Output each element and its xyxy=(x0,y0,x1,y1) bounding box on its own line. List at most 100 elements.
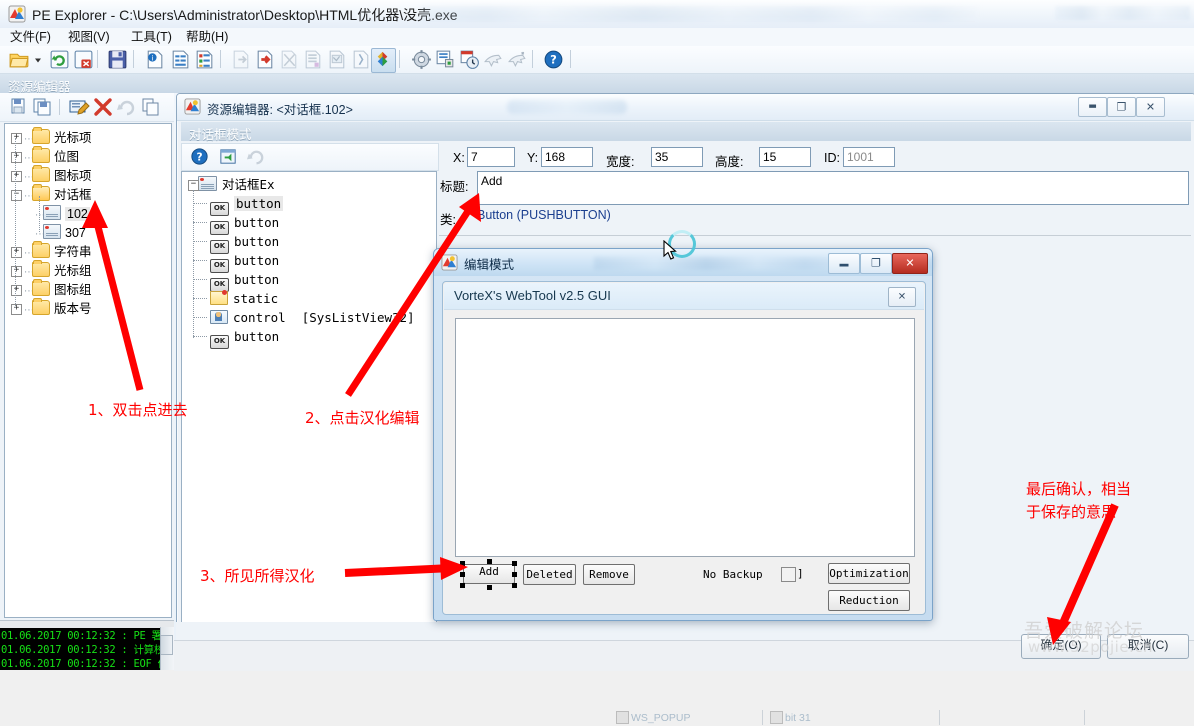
section-header-icon[interactable] xyxy=(434,48,457,71)
ok-button[interactable]: 确定(O) xyxy=(1021,634,1101,659)
selection-handle[interactable] xyxy=(487,585,492,590)
selection-handle[interactable] xyxy=(512,572,517,577)
unpack-icon[interactable] xyxy=(482,48,505,71)
optimization-button[interactable]: Optimization xyxy=(828,563,910,584)
resource-tree[interactable]: + ⋯ 光标项 + ⋯ 位图 + ⋯ 图标项 − ⋯ 对话框 ⋯ 102 ⋯ 307 + ⋯ 字符串 +… xyxy=(4,123,172,618)
control-item-button-2[interactable]: OK button xyxy=(210,213,280,235)
help-icon[interactable]: ? xyxy=(189,146,210,167)
tree-item-bitmap[interactable]: + ⋯ 位图 xyxy=(11,146,79,166)
expander-icon[interactable]: + xyxy=(11,133,22,145)
undo-icon[interactable] xyxy=(246,146,267,167)
maximize-button[interactable]: ❐ xyxy=(860,253,892,274)
preview-listview[interactable] xyxy=(455,318,915,557)
tree-item-cursor[interactable]: + ⋯ 光标项 xyxy=(11,127,92,147)
menu-file[interactable]: 文件(F) xyxy=(6,29,55,46)
control-tree-root[interactable]: 对话框Ex xyxy=(188,175,275,194)
deleted-button[interactable]: Deleted xyxy=(523,564,576,585)
x-input[interactable]: 7 xyxy=(467,147,515,167)
expander-icon[interactable]: + xyxy=(11,247,22,259)
copy-icon[interactable] xyxy=(140,96,162,118)
control-item-control[interactable]: control [SysListView32] xyxy=(210,308,415,327)
expander-icon[interactable]: + xyxy=(11,152,22,164)
control-item-button-1[interactable]: OK button xyxy=(210,194,284,216)
cancel-button[interactable]: 取消(C) xyxy=(1107,634,1189,659)
close-file-icon[interactable] xyxy=(72,48,95,71)
log-scrollbar-thumb[interactable] xyxy=(160,635,173,655)
selection-handle[interactable] xyxy=(460,561,465,566)
tree-item-version[interactable]: + ⋯ 版本号 xyxy=(11,298,92,318)
reduction-button[interactable]: Reduction xyxy=(828,590,910,611)
rebuild-icon[interactable] xyxy=(410,48,433,71)
tree-item-dialog[interactable]: − ⋯ 对话框 xyxy=(11,184,92,204)
apply-changes-icon[interactable] xyxy=(218,146,239,167)
preview-close-button[interactable]: ✕ xyxy=(888,287,916,307)
save-icon[interactable] xyxy=(106,48,129,71)
menu-tools[interactable]: 工具(T) xyxy=(127,29,176,46)
edit-resource-icon[interactable] xyxy=(68,96,90,118)
remove-button[interactable]: Remove xyxy=(583,564,635,585)
caption-input[interactable]: Add xyxy=(477,171,1189,205)
expander-icon[interactable]: + xyxy=(11,285,22,297)
width-input[interactable]: 35 xyxy=(651,147,703,167)
upx-unpack-icon[interactable] xyxy=(506,48,529,71)
dependency-scanner-icon[interactable] xyxy=(302,48,325,71)
selection-handle[interactable] xyxy=(512,583,517,588)
headers-info-icon[interactable] xyxy=(169,48,192,71)
disassembler-icon[interactable] xyxy=(278,48,301,71)
id-input[interactable]: 1001 xyxy=(843,147,895,167)
control-item-button-6[interactable]: OK button xyxy=(210,327,279,349)
expander-icon[interactable]: + xyxy=(11,266,22,278)
tree-item-icon-group[interactable]: + ⋯ 图标组 xyxy=(11,279,92,299)
y-label: Y: xyxy=(527,151,539,165)
tree-item-cursor-group[interactable]: + ⋯ 光标组 xyxy=(11,260,92,280)
minimize-button[interactable]: ▬ xyxy=(828,253,860,274)
tree-item-dialog-102[interactable]: ⋯ 102 xyxy=(35,205,90,223)
selection-handle[interactable] xyxy=(460,572,465,577)
section-editor-icon[interactable] xyxy=(350,48,373,71)
expander-icon[interactable]: + xyxy=(11,171,22,183)
import-icon[interactable] xyxy=(254,48,277,71)
no-backup-checkbox[interactable] xyxy=(781,567,796,582)
folder-icon xyxy=(32,279,50,296)
tree-item-icon[interactable]: + ⋯ 图标项 xyxy=(11,165,92,185)
restore-button[interactable]: ❐ xyxy=(1107,97,1136,117)
resource-editor-button[interactable] xyxy=(371,48,396,73)
delete-icon[interactable] xyxy=(92,96,114,118)
menu-view[interactable]: 视图(V) xyxy=(64,29,114,46)
timedate-icon[interactable] xyxy=(458,48,481,71)
undo-icon[interactable] xyxy=(116,96,138,118)
height-input[interactable]: 15 xyxy=(759,147,811,167)
selection-handle[interactable] xyxy=(487,559,492,564)
collapse-icon[interactable]: − xyxy=(11,190,22,202)
save-resource-icon[interactable] xyxy=(8,96,30,118)
style-checkbox[interactable] xyxy=(616,711,629,724)
control-item-button-5[interactable]: OK button xyxy=(210,270,279,292)
properties-icon[interactable]: i xyxy=(143,48,166,71)
quick-function-icon[interactable] xyxy=(326,48,349,71)
style-checkbox[interactable] xyxy=(770,711,783,724)
help-icon[interactable]: ? xyxy=(542,48,565,71)
log-scrollbar[interactable] xyxy=(160,627,174,670)
menu-help[interactable]: 帮助(H) xyxy=(182,29,232,46)
refresh-icon[interactable] xyxy=(48,48,71,71)
control-item-static[interactable]: static xyxy=(210,289,278,308)
tree-item-dialog-307[interactable]: ⋯ 307 xyxy=(35,224,86,242)
close-button[interactable]: ✕ xyxy=(1136,97,1165,117)
selection-handle[interactable] xyxy=(512,561,517,566)
data-directories-icon[interactable] xyxy=(193,48,216,71)
minimize-button[interactable]: ▬ xyxy=(1078,97,1107,117)
save-all-icon[interactable] xyxy=(32,96,54,118)
close-button[interactable]: ✕ xyxy=(892,253,928,274)
add-button[interactable]: Add xyxy=(463,564,515,584)
selection-handle[interactable] xyxy=(460,583,465,588)
open-dropdown-icon[interactable] xyxy=(32,48,44,71)
control-item-button-3[interactable]: OK button xyxy=(210,232,279,254)
y-input[interactable]: 168 xyxy=(541,147,593,167)
open-file-icon[interactable] xyxy=(8,48,31,71)
tree-item-string[interactable]: + ⋯ 字符串 xyxy=(11,241,92,261)
expander-icon[interactable]: + xyxy=(11,304,22,316)
export-icon[interactable] xyxy=(230,48,253,71)
dialog-icon xyxy=(43,205,61,220)
control-item-button-4[interactable]: OK button xyxy=(210,251,279,273)
control-item-label: button xyxy=(234,215,280,230)
